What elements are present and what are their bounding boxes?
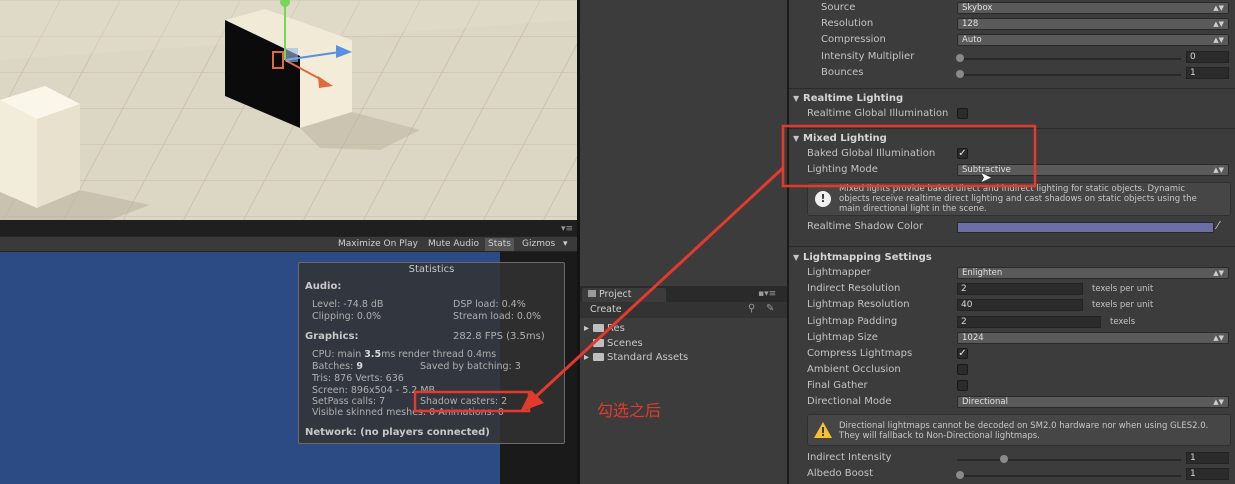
shadow-casters-highlight	[413, 390, 531, 413]
annotation-arrow	[528, 166, 785, 404]
annotation-overlay	[413, 124, 1037, 413]
mixed-lighting-highlight	[781, 124, 1037, 188]
